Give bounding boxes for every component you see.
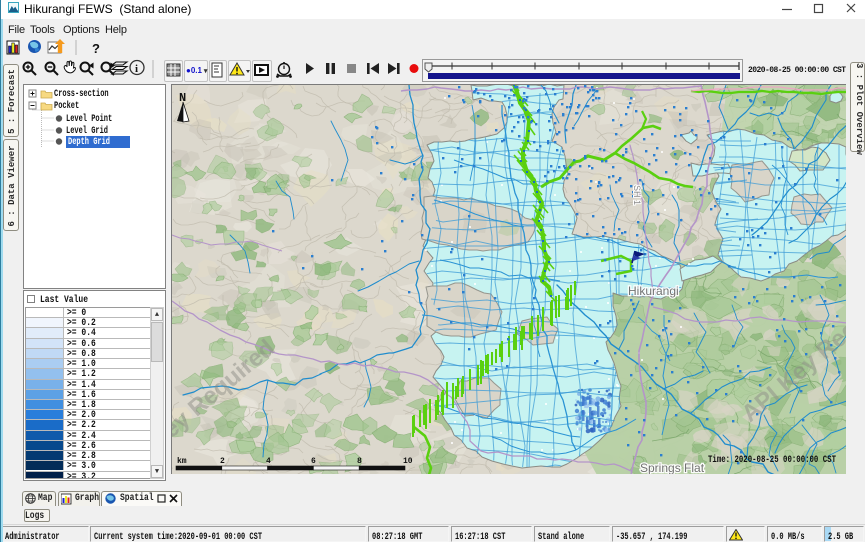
svg-text:Time: 2020-08-25 00:00:00 CST: Time: 2020-08-25 00:00:00 CST [708,454,836,466]
svg-text:Hikurangi: Hikurangi [628,284,679,298]
svg-text:Springs Flat: Springs Flat [640,461,705,474]
svg-text:SH 1: SH 1 [632,185,642,205]
svg-text:4: 4 [266,457,271,466]
svg-text:10: 10 [403,457,413,466]
svg-text:2: 2 [220,457,225,466]
svg-text:8: 8 [357,457,362,466]
svg-text:6: 6 [311,457,316,466]
svg-text:?: ? [92,41,100,56]
svg-text:km: km [177,457,187,466]
svg-text:i: i [135,63,138,75]
